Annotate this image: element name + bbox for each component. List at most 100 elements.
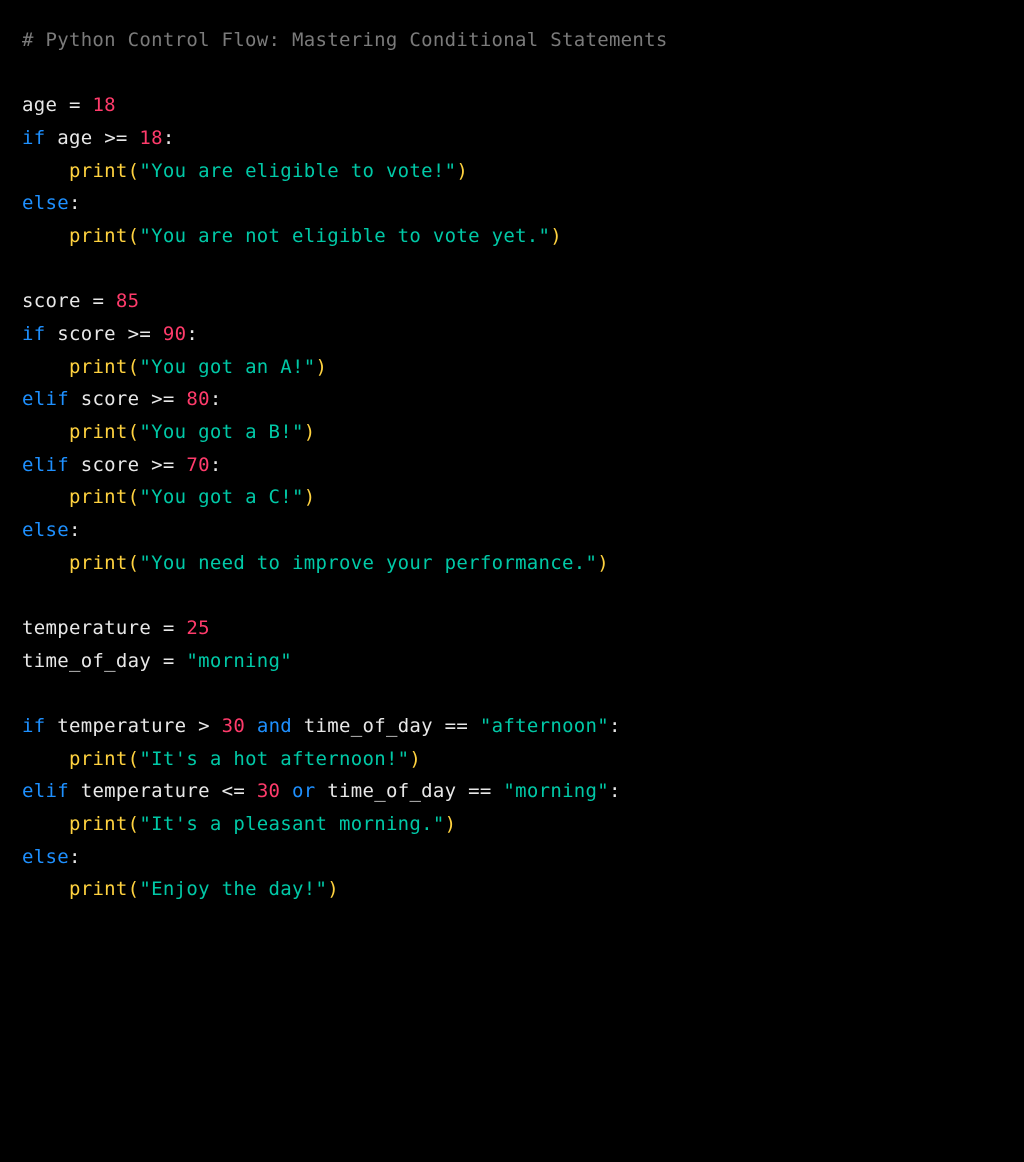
function-call: print xyxy=(69,878,128,900)
string-literal: "afternoon" xyxy=(480,715,609,737)
identifier: age xyxy=(22,94,57,116)
space xyxy=(245,715,257,737)
paren-close: ) xyxy=(304,486,316,508)
paren-open: ( xyxy=(128,160,140,182)
indent xyxy=(22,356,69,378)
paren-open: ( xyxy=(128,552,140,574)
string-literal: "You are eligible to vote!" xyxy=(139,160,456,182)
identifier: time_of_day xyxy=(316,780,469,802)
function-call: print xyxy=(69,225,128,247)
identifier: score xyxy=(22,290,81,312)
identifier: time_of_day xyxy=(292,715,445,737)
paren-close: ) xyxy=(316,356,328,378)
function-call: print xyxy=(69,748,128,770)
paren-open: ( xyxy=(128,878,140,900)
keyword-elif: elif xyxy=(22,454,69,476)
keyword-or: or xyxy=(292,780,315,802)
function-call: print xyxy=(69,356,128,378)
paren-open: ( xyxy=(128,225,140,247)
operator: >= xyxy=(151,454,174,476)
paren-close: ) xyxy=(409,748,421,770)
string-literal: "morning" xyxy=(503,780,609,802)
paren-open: ( xyxy=(128,421,140,443)
string-literal: "morning" xyxy=(186,650,292,672)
number-literal: 30 xyxy=(222,715,245,737)
space xyxy=(492,780,504,802)
colon: : xyxy=(210,388,222,410)
indent xyxy=(22,748,69,770)
number-literal: 18 xyxy=(92,94,115,116)
paren-open: ( xyxy=(128,813,140,835)
colon: : xyxy=(69,519,81,541)
space xyxy=(151,323,163,345)
operator: >= xyxy=(104,127,127,149)
identifier: score xyxy=(45,323,127,345)
function-call: print xyxy=(69,160,128,182)
identifier: score xyxy=(69,454,151,476)
operator: == xyxy=(445,715,468,737)
paren-close: ) xyxy=(304,421,316,443)
operator: >= xyxy=(128,323,151,345)
string-literal: "You got an A!" xyxy=(139,356,315,378)
colon: : xyxy=(163,127,175,149)
keyword-if: if xyxy=(22,715,45,737)
colon: : xyxy=(186,323,198,345)
string-literal: "You got a B!" xyxy=(139,421,303,443)
string-literal: "You are not eligible to vote yet." xyxy=(139,225,550,247)
paren-open: ( xyxy=(128,486,140,508)
identifier: time_of_day xyxy=(22,650,151,672)
operator: <= xyxy=(222,780,245,802)
operator: = xyxy=(57,94,92,116)
indent xyxy=(22,878,69,900)
identifier: temperature xyxy=(22,617,151,639)
function-call: print xyxy=(69,486,128,508)
space xyxy=(468,715,480,737)
keyword-else: else xyxy=(22,192,69,214)
operator: = xyxy=(151,617,186,639)
keyword-elif: elif xyxy=(22,388,69,410)
paren-close: ) xyxy=(550,225,562,247)
function-call: print xyxy=(69,421,128,443)
identifier: age xyxy=(45,127,104,149)
identifier: score xyxy=(69,388,151,410)
indent xyxy=(22,225,69,247)
identifier: temperature xyxy=(45,715,198,737)
operator: == xyxy=(468,780,491,802)
paren-close: ) xyxy=(445,813,457,835)
colon: : xyxy=(609,715,621,737)
keyword-if: if xyxy=(22,323,45,345)
space xyxy=(128,127,140,149)
comment-line: # Python Control Flow: Mastering Conditi… xyxy=(22,29,668,51)
space xyxy=(280,780,292,802)
colon: : xyxy=(609,780,621,802)
code-block: # Python Control Flow: Mastering Conditi… xyxy=(0,0,1024,930)
indent xyxy=(22,421,69,443)
operator: >= xyxy=(151,388,174,410)
space xyxy=(175,454,187,476)
space xyxy=(210,715,222,737)
paren-open: ( xyxy=(128,356,140,378)
paren-open: ( xyxy=(128,748,140,770)
keyword-else: else xyxy=(22,519,69,541)
identifier: temperature xyxy=(69,780,222,802)
string-literal: "It's a pleasant morning." xyxy=(139,813,444,835)
string-literal: "You got a C!" xyxy=(139,486,303,508)
keyword-if: if xyxy=(22,127,45,149)
space xyxy=(175,388,187,410)
operator: = xyxy=(151,650,186,672)
number-literal: 18 xyxy=(139,127,162,149)
colon: : xyxy=(210,454,222,476)
colon: : xyxy=(69,192,81,214)
string-literal: "Enjoy the day!" xyxy=(139,878,327,900)
indent xyxy=(22,160,69,182)
keyword-and: and xyxy=(257,715,292,737)
space xyxy=(245,780,257,802)
indent xyxy=(22,813,69,835)
number-literal: 30 xyxy=(257,780,280,802)
number-literal: 85 xyxy=(116,290,139,312)
paren-close: ) xyxy=(327,878,339,900)
colon: : xyxy=(69,846,81,868)
function-call: print xyxy=(69,813,128,835)
indent xyxy=(22,486,69,508)
function-call: print xyxy=(69,552,128,574)
